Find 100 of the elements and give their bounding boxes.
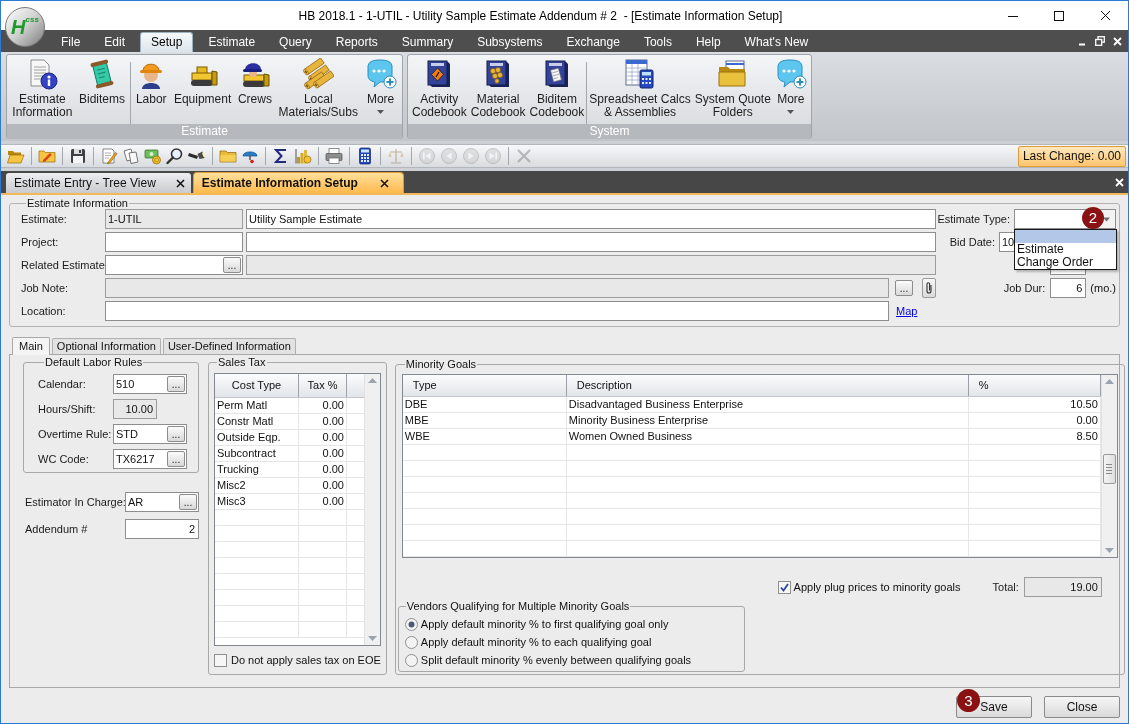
folder-pencil-icon[interactable] — [38, 147, 56, 165]
input-field[interactable] — [105, 232, 243, 252]
ribbon-button[interactable]: Material Codebook — [468, 58, 528, 119]
table-cell: DBE — [402, 397, 567, 412]
checkbox[interactable] — [777, 580, 791, 594]
dropdown-option[interactable]: Estimate — [1015, 243, 1116, 256]
maximize-icon[interactable] — [1054, 10, 1064, 21]
table-cell: 0.00 — [299, 446, 347, 461]
menu-tab[interactable]: File — [49, 32, 93, 52]
checkbox-label: Do not apply sales tax on EOE — [231, 653, 381, 668]
scroll-down-icon[interactable] — [367, 636, 377, 641]
radio-label: Apply default minority % to first qualifying goal only — [420, 616, 669, 632]
lookup-button[interactable]: ... — [223, 257, 241, 273]
search-icon[interactable] — [166, 147, 184, 165]
field-label: WC Code: — [38, 451, 90, 467]
restore-icon[interactable] — [1095, 36, 1105, 46]
input-field[interactable]: TX6217 ... — [113, 449, 187, 469]
folder-icon[interactable] — [219, 147, 237, 165]
ribbon-button[interactable]: More — [362, 58, 399, 114]
menu-tab[interactable]: Subsystems — [465, 32, 555, 52]
scroll-up-icon[interactable] — [1104, 379, 1114, 384]
radio-button[interactable] — [404, 617, 418, 631]
lookup-button[interactable]: ... — [167, 426, 185, 442]
menu-tab[interactable]: Query — [267, 32, 324, 52]
ribbon-button[interactable]: Crews — [235, 58, 274, 106]
dialog-button[interactable]: Close — [1044, 696, 1120, 718]
scrollbar-thumb[interactable] — [1102, 454, 1116, 484]
ribbon-button[interactable]: Biditem Codebook — [527, 58, 587, 119]
lookup-button[interactable]: ... — [167, 451, 185, 467]
ribbon-button[interactable]: Estimate Information — [10, 58, 75, 119]
table-cell: 0.00 — [299, 478, 347, 493]
save-icon[interactable] — [69, 147, 87, 165]
menu-tab[interactable]: Edit — [92, 32, 138, 52]
ribbon-button[interactable]: Labor — [133, 58, 170, 106]
menu-tab[interactable]: Help — [683, 32, 733, 52]
menu-tab[interactable]: Exchange — [554, 32, 632, 52]
menu-tab[interactable]: Setup — [140, 32, 194, 52]
column-header[interactable]: Description — [566, 375, 969, 396]
input-field[interactable]: AR ... — [125, 492, 199, 512]
ribbon-button[interactable]: Equipment — [171, 58, 234, 106]
checkbox[interactable] — [214, 653, 227, 667]
ribbon-button[interactable]: More — [772, 58, 809, 114]
input-field[interactable] — [246, 232, 936, 252]
paperclip-icon — [925, 281, 933, 295]
radio-button[interactable] — [404, 635, 418, 649]
document-tab[interactable]: Estimate Information Setup — [192, 172, 404, 193]
field-label: Hours/Shift: — [38, 401, 97, 417]
input-field[interactable]: 6 — [1050, 278, 1087, 298]
input-field[interactable]: 19.00 — [1023, 577, 1102, 597]
calculator-icon[interactable] — [356, 147, 374, 165]
ribbon-button[interactable]: System Quote Folders — [692, 58, 773, 119]
table-cell: Trucking — [215, 462, 299, 477]
scroll-up-icon[interactable] — [367, 378, 377, 383]
column-header[interactable]: Type — [402, 375, 567, 396]
printer-icon[interactable] — [325, 147, 343, 165]
document-tab[interactable]: Estimate Entry - Tree View — [6, 173, 191, 193]
table-cell: 0.00 — [299, 462, 347, 477]
menu-tab[interactable]: Estimate — [196, 32, 268, 52]
group-title: Minority Goals — [404, 359, 478, 370]
caret-icon — [377, 110, 385, 114]
ribbon-button[interactable]: Local Materials/Subs — [276, 58, 360, 119]
input-field[interactable]: Utility Sample Estimate — [246, 209, 936, 229]
vertical-scrollbar[interactable] — [363, 374, 380, 645]
scroll-down-icon[interactable] — [1104, 548, 1114, 553]
ribbon-button[interactable]: Biditems — [77, 58, 127, 106]
column-header[interactable]: Tax % — [299, 374, 347, 397]
menu-tab[interactable]: Tools — [631, 32, 684, 52]
radio-label: Apply default minority % to each qualifying goal — [420, 634, 652, 650]
ribbon-button[interactable]: Spreadsheet Calcs & Assemblies — [587, 58, 693, 119]
lookup-button[interactable]: ... — [167, 376, 185, 392]
copy-icon[interactable] — [122, 147, 140, 165]
table-cell: 10.50 — [968, 397, 1101, 412]
dropdown-option[interactable]: Change Order — [1015, 256, 1116, 269]
ribbon-button[interactable]: Activity Codebook — [410, 58, 469, 119]
input-field[interactable] — [105, 301, 889, 321]
column-header[interactable]: % — [968, 375, 1101, 396]
menu-tab[interactable]: Summary — [389, 32, 466, 52]
map-link[interactable]: Map — [896, 302, 918, 320]
close-icon[interactable] — [379, 178, 389, 188]
menu-tab[interactable]: What's New — [732, 32, 821, 52]
input-field[interactable]: STD ... — [113, 424, 187, 444]
spreadsheet-calculator-icon — [624, 58, 657, 90]
table-cell: MBE — [402, 413, 567, 428]
tab[interactable]: Main — [12, 337, 50, 355]
group-title: Estimate Information — [26, 198, 129, 209]
input-field[interactable]: 10 — [999, 232, 1015, 252]
notepad-pencil-icon[interactable] — [100, 147, 118, 165]
menu-tab[interactable]: Reports — [323, 32, 390, 52]
input-field[interactable]: ... — [105, 255, 243, 275]
tab[interactable]: User-Defined Information — [162, 338, 296, 354]
group-title: Sales Tax — [217, 357, 267, 368]
close-icon[interactable] — [175, 178, 185, 188]
tab[interactable]: Optional Information — [51, 338, 161, 354]
radio-button[interactable] — [404, 653, 418, 667]
input-field[interactable]: 510 ... — [113, 374, 187, 394]
column-header[interactable]: Cost Type — [215, 374, 299, 397]
input-field[interactable]: 2 — [125, 519, 199, 539]
field-label: Calendar: — [38, 376, 87, 392]
close-icon[interactable] — [1099, 10, 1111, 21]
lookup-button[interactable]: ... — [179, 494, 197, 510]
